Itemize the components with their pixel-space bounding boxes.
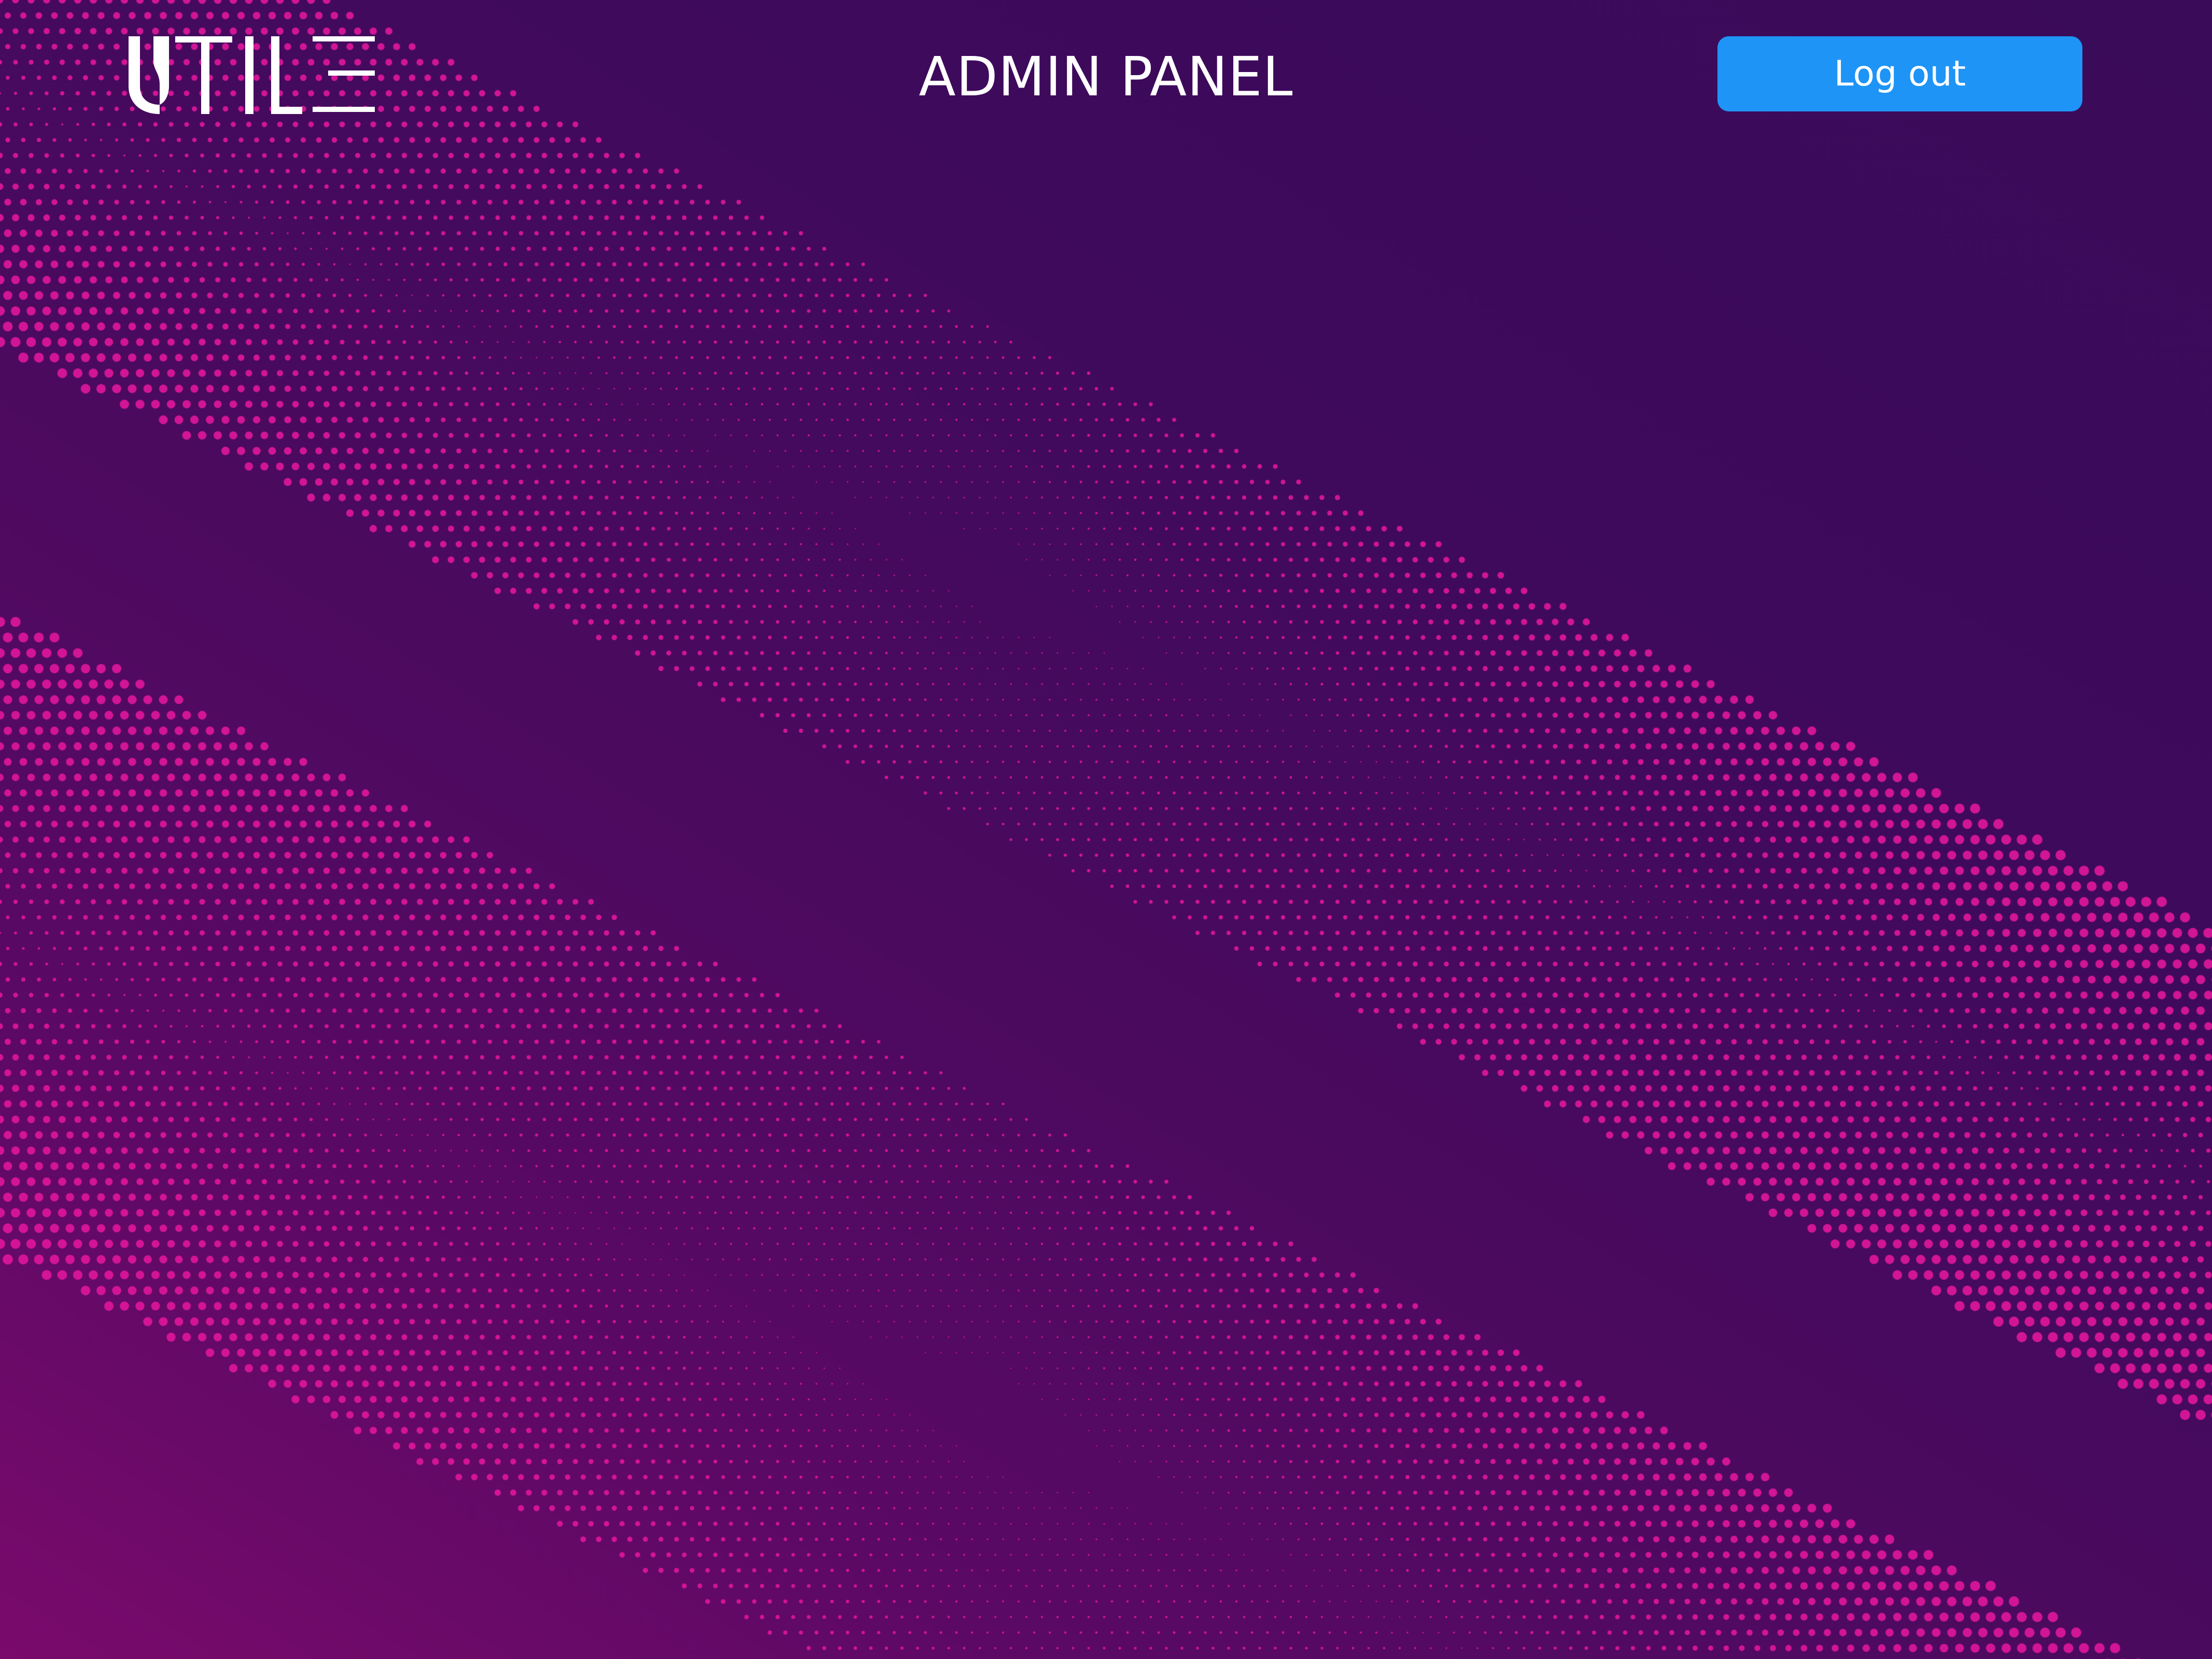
logout-button[interactable]: Log out	[1717, 36, 2082, 111]
halftone-background	[0, 0, 2212, 1659]
